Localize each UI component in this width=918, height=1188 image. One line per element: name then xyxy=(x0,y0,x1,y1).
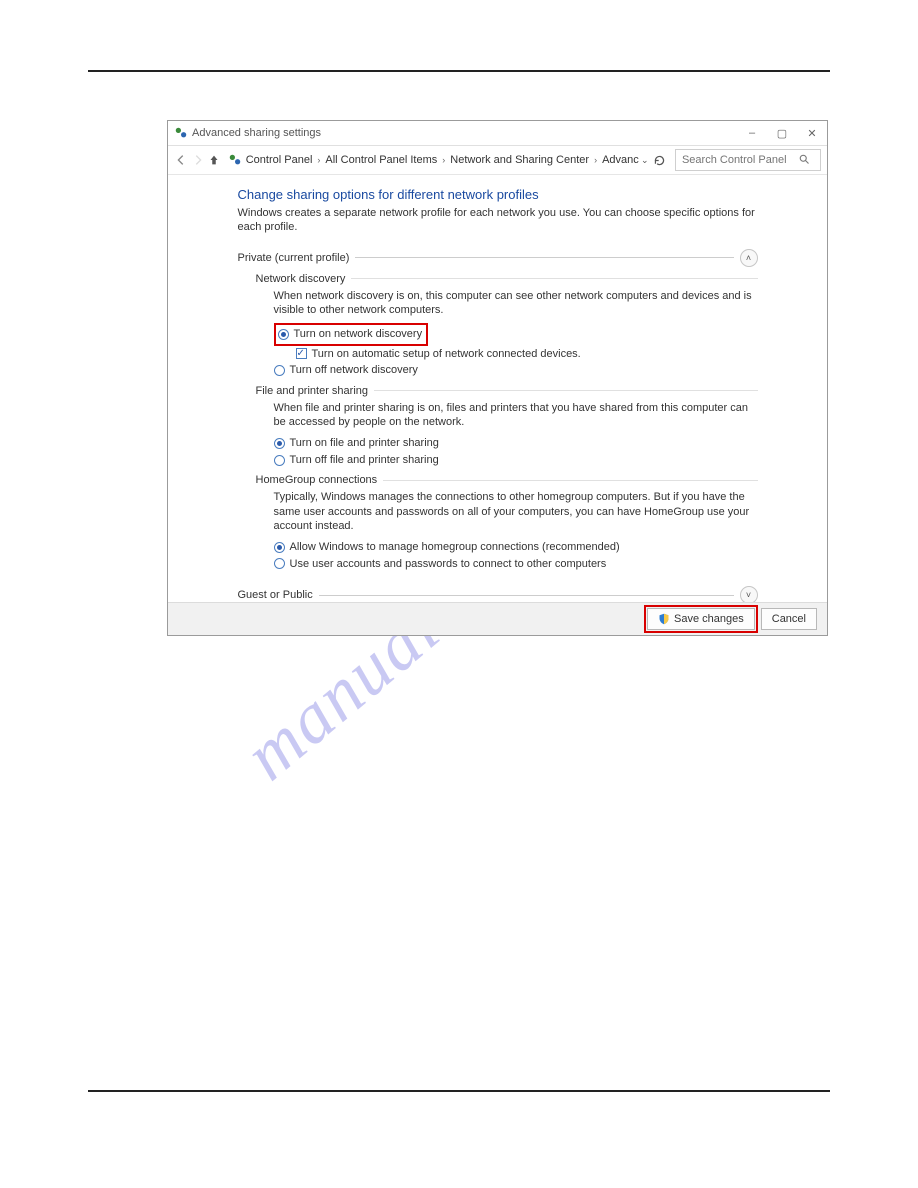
radio-allow-windows-manage[interactable]: Allow Windows to manage homegroup connec… xyxy=(274,539,758,556)
radio-label: Turn off network discovery xyxy=(290,362,418,379)
radio-icon xyxy=(274,438,285,449)
radio-icon xyxy=(278,329,289,340)
chevron-right-icon: › xyxy=(442,155,445,165)
breadcrumb-item[interactable]: Control Panel xyxy=(246,154,313,166)
forward-button[interactable] xyxy=(191,151,206,169)
minimize-button[interactable]: – xyxy=(737,121,767,145)
maximize-button[interactable]: ▢ xyxy=(767,121,797,145)
homegroup-desc: Typically, Windows manages the connectio… xyxy=(274,490,758,533)
window-title: Advanced sharing settings xyxy=(192,127,321,139)
radio-label: Turn on file and printer sharing xyxy=(290,435,439,452)
save-changes-button[interactable]: Save changes xyxy=(647,608,755,630)
breadcrumb-item[interactable]: All Control Panel Items xyxy=(325,154,437,166)
breadcrumb-history-dropdown[interactable]: ⌄ xyxy=(639,155,650,166)
file-printer-title: File and printer sharing xyxy=(256,385,369,397)
titlebar: Advanced sharing settings – ▢ ✕ xyxy=(168,121,827,146)
page-heading: Change sharing options for different net… xyxy=(238,183,758,206)
save-changes-label: Save changes xyxy=(674,613,744,625)
page-rule-bottom xyxy=(88,1090,830,1092)
radio-label: Allow Windows to manage homegroup connec… xyxy=(290,539,620,556)
homegroup-section: HomeGroup connections Typically, Windows… xyxy=(256,474,758,572)
radio-use-credentials[interactable]: Use user accounts and passwords to conne… xyxy=(274,556,758,573)
radio-turn-off-file-sharing[interactable]: Turn off file and printer sharing xyxy=(274,452,758,469)
radio-icon xyxy=(274,558,285,569)
network-discovery-section: Network discovery When network discovery… xyxy=(256,273,758,379)
window-controls: – ▢ ✕ xyxy=(737,121,827,145)
close-button[interactable]: ✕ xyxy=(797,121,827,145)
page-intro: Windows creates a separate network profi… xyxy=(238,206,758,243)
checkbox-auto-setup[interactable]: Turn on automatic setup of network conne… xyxy=(296,346,758,363)
breadcrumb-item[interactable]: Advanced sharing settings xyxy=(602,154,639,166)
file-printer-sharing-section: File and printer sharing When file and p… xyxy=(256,385,758,469)
network-discovery-desc: When network discovery is on, this compu… xyxy=(274,289,758,318)
breadcrumb: Control Panel › All Control Panel Items … xyxy=(246,154,639,166)
radio-turn-on-discovery[interactable]: Turn on network discovery xyxy=(278,326,423,343)
footer-bar: Save changes Cancel xyxy=(168,602,827,635)
chevron-right-icon: › xyxy=(317,155,320,165)
search-box[interactable] xyxy=(675,149,821,171)
content-area: Change sharing options for different net… xyxy=(168,173,827,603)
shield-icon xyxy=(658,613,670,625)
page-rule-top xyxy=(88,70,830,72)
chevron-right-icon: › xyxy=(594,155,597,165)
radio-turn-off-discovery[interactable]: Turn off network discovery xyxy=(274,362,758,379)
up-button[interactable] xyxy=(207,151,222,169)
window-advanced-sharing: Advanced sharing settings – ▢ ✕ xyxy=(167,120,828,636)
checkbox-icon xyxy=(296,348,307,359)
profile-guest-header[interactable]: Guest or Public ˅ xyxy=(238,586,758,603)
navigation-bar: Control Panel › All Control Panel Items … xyxy=(168,146,827,175)
profile-guest-label: Guest or Public xyxy=(238,589,313,601)
network-discovery-title: Network discovery xyxy=(256,273,346,285)
cancel-label: Cancel xyxy=(772,613,806,625)
breadcrumb-item[interactable]: Network and Sharing Center xyxy=(450,154,589,166)
file-printer-desc: When file and printer sharing is on, fil… xyxy=(274,401,758,430)
location-icon xyxy=(228,153,242,167)
radio-label: Use user accounts and passwords to conne… xyxy=(290,556,607,573)
checkbox-label: Turn on automatic setup of network conne… xyxy=(312,346,581,363)
highlight-turn-on-discovery: Turn on network discovery xyxy=(274,323,429,346)
profile-private-label: Private (current profile) xyxy=(238,252,350,264)
homegroup-title: HomeGroup connections xyxy=(256,474,378,486)
radio-label: Turn off file and printer sharing xyxy=(290,452,439,469)
radio-icon xyxy=(274,542,285,553)
network-sharing-icon xyxy=(174,126,188,140)
radio-icon xyxy=(274,365,285,376)
chevron-down-icon[interactable]: ˅ xyxy=(740,586,758,603)
search-input[interactable] xyxy=(680,153,794,167)
chevron-up-icon[interactable]: ˄ xyxy=(740,249,758,267)
profile-private-header[interactable]: Private (current profile) ˄ xyxy=(238,249,758,267)
cancel-button[interactable]: Cancel xyxy=(761,608,817,630)
radio-turn-on-file-sharing[interactable]: Turn on file and printer sharing xyxy=(274,435,758,452)
refresh-button[interactable] xyxy=(652,151,667,169)
search-icon xyxy=(798,153,810,168)
radio-icon xyxy=(274,455,285,466)
back-button[interactable] xyxy=(174,151,189,169)
radio-label: Turn on network discovery xyxy=(294,326,423,343)
